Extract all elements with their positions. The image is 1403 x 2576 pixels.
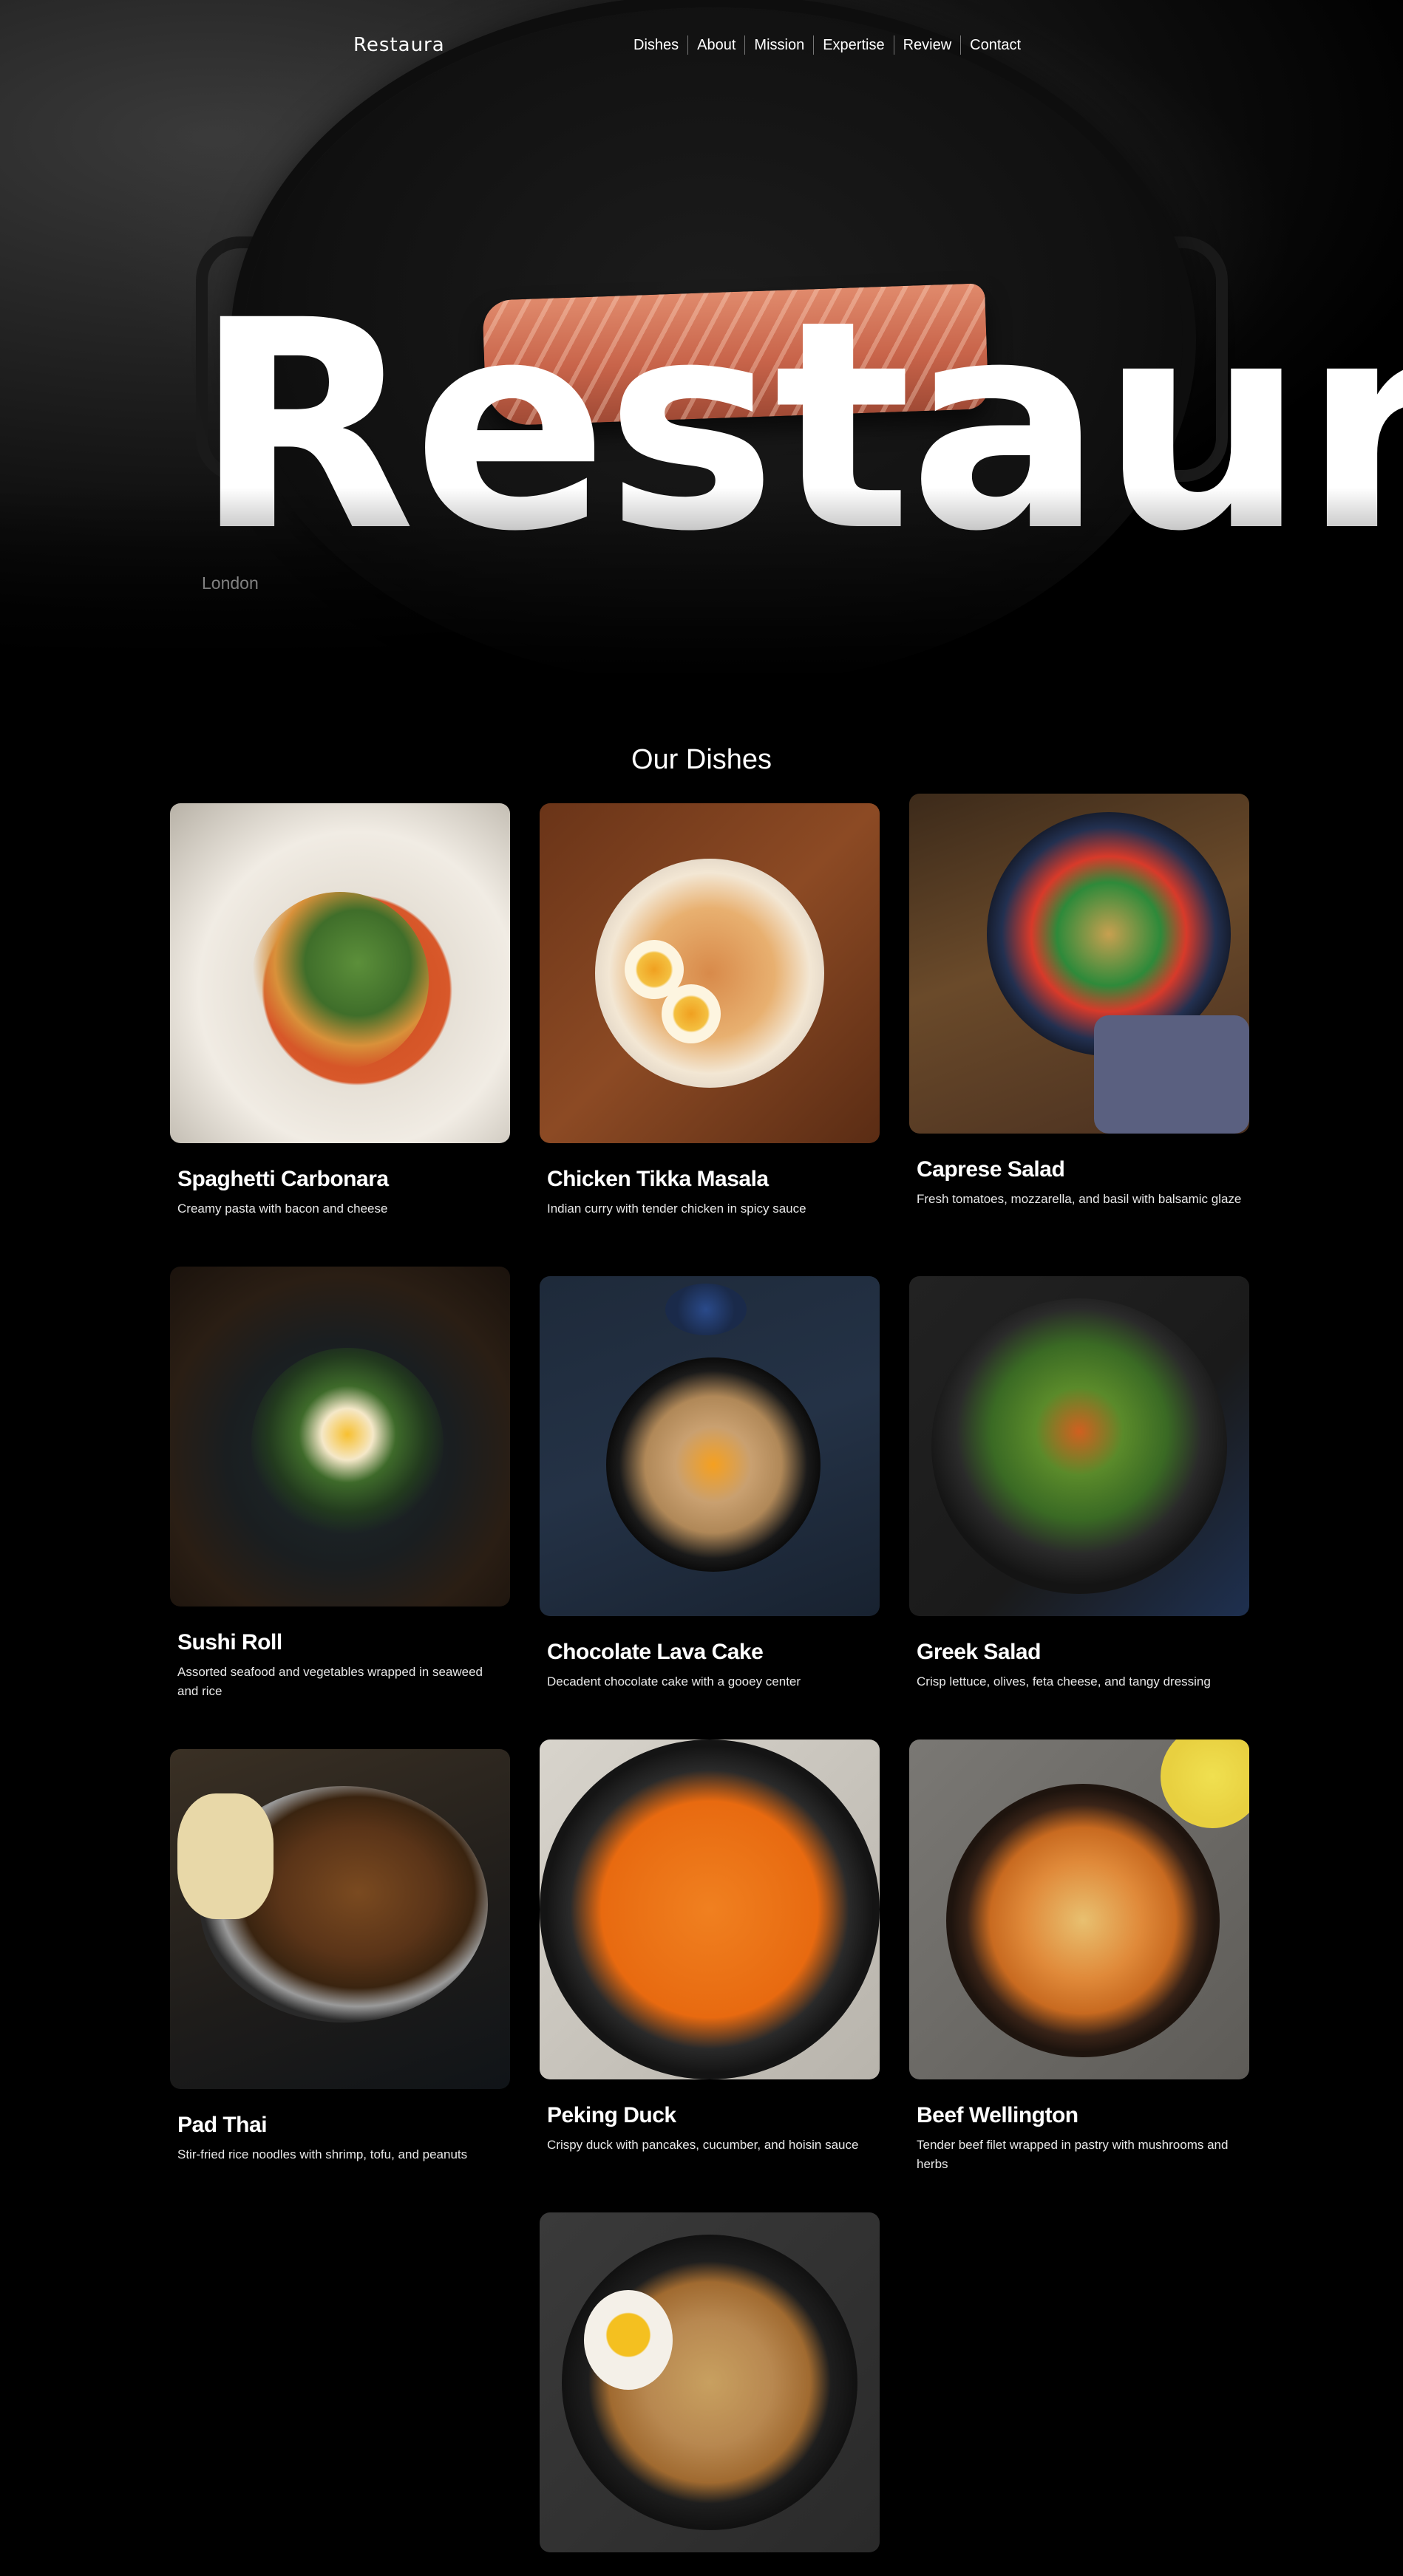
- dish-image: [909, 794, 1249, 1134]
- dish-description: Crisp lettuce, olives, feta cheese, and …: [917, 1674, 1211, 1689]
- dish-name: Chocolate Lava Cake: [547, 1640, 764, 1664]
- dish-card[interactable]: Beef Wellington Tender beef filet wrappe…: [909, 1740, 1249, 2174]
- nav-link-review[interactable]: Review: [894, 35, 961, 55]
- dish-image: [540, 803, 880, 1143]
- dish-card[interactable]: Sushi Roll Assorted seafood and vegetabl…: [170, 1267, 510, 1701]
- dish-image: [540, 1276, 880, 1616]
- dish-description: Fresh tomatoes, mozzarella, and basil wi…: [917, 1192, 1242, 1206]
- dish-card[interactable]: Spaghetti Carbonara Creamy pasta with ba…: [170, 803, 510, 1219]
- dish-name: Spaghetti Carbonara: [177, 1167, 389, 1191]
- nav-link-contact[interactable]: Contact: [961, 35, 1030, 55]
- dish-name: Caprese Salad: [917, 1157, 1065, 1182]
- dish-card[interactable]: Caprese Salad Fresh tomatoes, mozzarella…: [909, 794, 1249, 1209]
- nav-link-mission[interactable]: Mission: [745, 35, 813, 55]
- dish-image: [170, 1267, 510, 1606]
- dish-name: Peking Duck: [547, 2103, 676, 2127]
- dish-card[interactable]: [540, 2212, 880, 2576]
- nav-link-dishes[interactable]: Dishes: [625, 35, 687, 55]
- nav-links: Dishes About Mission Expertise Review Co…: [625, 35, 1030, 55]
- top-navbar: Restaura Dishes About Mission Expertise …: [0, 0, 1403, 92]
- dish-image: [540, 2212, 880, 2552]
- dish-card[interactable]: Pad Thai Stir-fried rice noodles with sh…: [170, 1749, 510, 2164]
- dish-description: Creamy pasta with bacon and cheese: [177, 1202, 388, 1216]
- hero-section: Restaura London: [0, 0, 1403, 680]
- dish-image: [909, 1276, 1249, 1616]
- dish-name: Greek Salad: [917, 1640, 1041, 1664]
- dish-image: [170, 803, 510, 1143]
- dish-name: Pad Thai: [177, 2113, 268, 2137]
- dish-card[interactable]: Chocolate Lava Cake Decadent chocolate c…: [540, 1276, 880, 1691]
- hero-location: London: [202, 573, 259, 593]
- dish-image: [909, 1740, 1249, 2079]
- dishes-section-title: Our Dishes: [631, 743, 772, 775]
- dish-name: Beef Wellington: [917, 2103, 1078, 2127]
- dish-image: [170, 1749, 510, 2089]
- nav-link-about[interactable]: About: [688, 35, 744, 55]
- dish-card[interactable]: Greek Salad Crisp lettuce, olives, feta …: [909, 1276, 1249, 1691]
- dish-description: Assorted seafood and vegetables wrapped …: [177, 1665, 483, 1698]
- dish-description: Indian curry with tender chicken in spic…: [547, 1202, 806, 1216]
- dish-description: Tender beef filet wrapped in pastry with…: [917, 2138, 1229, 2171]
- dish-card[interactable]: Chicken Tikka Masala Indian curry with t…: [540, 803, 880, 1219]
- dish-description: Crispy duck with pancakes, cucumber, and…: [547, 2138, 859, 2152]
- dish-description: Stir-fried rice noodles with shrimp, tof…: [177, 2147, 468, 2161]
- nav-link-expertise[interactable]: Expertise: [814, 35, 893, 55]
- dish-description: Decadent chocolate cake with a gooey cen…: [547, 1674, 801, 1689]
- dish-image: [540, 1740, 880, 2079]
- nav-logo[interactable]: Restaura: [353, 34, 445, 56]
- dish-name: Sushi Roll: [177, 1630, 282, 1655]
- hero-title: Restaura: [194, 259, 1403, 594]
- dish-name: Chicken Tikka Masala: [547, 1167, 769, 1191]
- dish-card[interactable]: Peking Duck Crispy duck with pancakes, c…: [540, 1740, 880, 2155]
